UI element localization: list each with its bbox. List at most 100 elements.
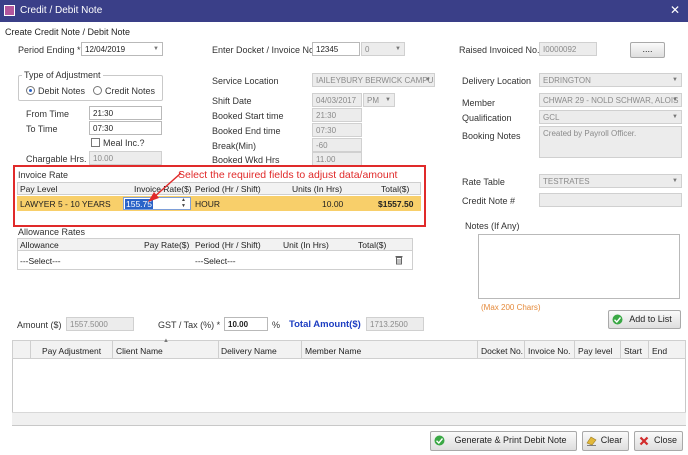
check-circle-icon [612, 314, 623, 325]
booking-notes-label: Booking Notes [462, 131, 521, 141]
invoice-rate-total: $1557.50 [378, 199, 414, 209]
list-col-divider [648, 340, 649, 359]
allowance-select[interactable]: ---Select--- [20, 256, 61, 266]
booked-start-field: 21:30 [312, 108, 362, 122]
notes-textarea[interactable] [478, 234, 680, 299]
rate-table-label: Rate Table [462, 177, 505, 187]
close-x-icon [639, 436, 649, 446]
credit-note-label: Credit Note # [462, 196, 516, 206]
chevron-down-icon: ▼ [672, 114, 678, 120]
window-title: Credit / Debit Note [20, 5, 103, 16]
total-amount-field: 1713.2500 [366, 317, 424, 331]
service-location-select[interactable]: IAILEYBURY BERWICK CAMPUS ▼ [312, 73, 435, 87]
list-col-divider [112, 340, 113, 359]
docket-input[interactable]: 12345 [312, 42, 360, 56]
invoice-rate-period: HOUR [195, 199, 221, 209]
shift-ampm-value: PM [367, 96, 379, 105]
raised-invoice-label: Raised Invoiced No. [459, 45, 540, 55]
chargeable-hrs-label: Chargable Hrs. [26, 154, 87, 164]
from-time-input[interactable]: 21:30 [89, 106, 162, 120]
debit-notes-label: Debit Notes [38, 86, 86, 96]
invoice-rate-header-units: Units (In Hrs) [292, 184, 343, 194]
gst-percent: % [272, 320, 281, 330]
list-header-delivery-name: Delivery Name [221, 346, 277, 356]
shift-date-field: 04/03/2017 [312, 93, 362, 107]
period-ending-select[interactable]: 12/04/2019 ▼ [81, 42, 163, 56]
break-label: Break(Min) [212, 141, 257, 151]
meal-inc-label: Meal Inc.? [103, 138, 145, 148]
booked-end-field: 07:30 [312, 123, 362, 137]
allowance-period-select[interactable]: ---Select--- [195, 256, 236, 266]
list-header-pay-adjustment: Pay Adjustment [42, 346, 102, 356]
invoice-rate-header-pay-level: Pay Level [20, 184, 58, 194]
list-header-end: End [652, 346, 668, 356]
notes-max-chars: (Max 200 Chars) [481, 303, 541, 312]
delivery-location-select[interactable]: EDRINGTON ▼ [539, 73, 682, 87]
docket-label: Enter Docket / Invoice No. [212, 45, 317, 55]
chevron-down-icon: ▼ [425, 77, 431, 83]
window-close-icon[interactable]: ✕ [670, 3, 680, 17]
invoice-rate-header-period: Period (Hr / Shift) [195, 184, 261, 194]
sort-up-icon[interactable]: ▲ [163, 338, 169, 344]
list-col-divider [620, 340, 621, 359]
debit-notes-radio[interactable] [26, 86, 35, 95]
allowance-header-period: Period (Hr / Shift) [195, 240, 261, 250]
notes-label: Notes (If Any) [465, 221, 520, 231]
annotation-text: Select the required fields to adjust dat… [178, 169, 398, 181]
booked-wkd-hrs-field: 11.00 [312, 152, 362, 166]
amount-label: Amount ($) [17, 320, 62, 330]
invoice-rate-units: 10.00 [322, 199, 344, 209]
docket-secondary-select[interactable]: 0 ▼ [361, 42, 405, 56]
list-header-client-name: Client Name [116, 346, 163, 356]
window-titlebar: Credit / Debit Note ✕ [0, 0, 688, 22]
member-select[interactable]: CHWAR 29 - NOLD SCHWAR, ALOIS ▼ [539, 93, 682, 107]
form-subtitle: Create Credit Note / Debit Note [5, 27, 131, 37]
list-col-divider [524, 340, 525, 359]
meal-inc-checkbox[interactable] [91, 138, 100, 147]
generate-print-debit-note-button[interactable]: Generate & Print Debit Note [430, 431, 577, 451]
adjustment-type-title: Type of Adjustment [22, 70, 103, 80]
member-value: CHWAR 29 - NOLD SCHWAR, ALOIS [543, 96, 679, 105]
eraser-icon [586, 436, 597, 446]
invoice-rate-title: Invoice Rate [18, 170, 69, 180]
raised-invoice-field: I0000092 [539, 42, 597, 56]
to-time-input[interactable]: 07:30 [89, 121, 162, 135]
chevron-down-icon: ▼ [672, 178, 678, 184]
chevron-down-icon: ▼ [672, 97, 678, 103]
shift-ampm-select[interactable]: PM ▼ [363, 93, 395, 107]
period-ending-label: Period Ending * [18, 45, 81, 55]
clear-label: Clear [600, 435, 623, 445]
allowance-header-total: Total($) [358, 240, 387, 250]
qualification-select[interactable]: GCL ▼ [539, 110, 682, 124]
trash-icon[interactable] [394, 254, 404, 265]
booked-wkd-hrs-label: Booked Wkd Hrs [212, 155, 280, 165]
service-location-label: Service Location [212, 76, 279, 86]
docket-secondary-value: 0 [365, 45, 370, 54]
browse-invoice-button[interactable]: .... [630, 42, 665, 58]
invoice-rate-header-total: Total($) [381, 184, 410, 194]
booked-end-label: Booked End time [212, 126, 281, 136]
chevron-down-icon: ▼ [385, 97, 391, 103]
delivery-location-value: EDRINGTON [543, 76, 591, 85]
rate-table-value: TESTRATES [543, 177, 590, 186]
app-icon [4, 5, 15, 16]
service-location-value: IAILEYBURY BERWICK CAMPUS [316, 76, 435, 85]
allowance-title: Allowance Rates [18, 227, 86, 237]
annotation-arrow-icon [148, 172, 182, 202]
allowance-header-unit: Unit (In Hrs) [283, 240, 329, 250]
list-col-divider [301, 340, 302, 359]
member-label: Member [462, 98, 496, 108]
from-time-label: From Time [26, 109, 70, 119]
list-col-divider [477, 340, 478, 359]
amount-field: 1557.5000 [66, 317, 134, 331]
allowance-header-pay-rate: Pay Rate($) [144, 240, 190, 250]
rate-table-select[interactable]: TESTRATES ▼ [539, 174, 682, 188]
credit-notes-radio[interactable] [93, 86, 102, 95]
period-ending-value: 12/04/2019 [85, 45, 126, 54]
credit-note-field [539, 193, 682, 207]
list-horizontal-scrollbar[interactable] [12, 412, 686, 425]
list-col-divider [574, 340, 575, 359]
list-col-divider [218, 340, 219, 359]
chevron-down-icon: ▼ [395, 46, 401, 52]
gst-input[interactable]: 10.00 [224, 317, 268, 331]
